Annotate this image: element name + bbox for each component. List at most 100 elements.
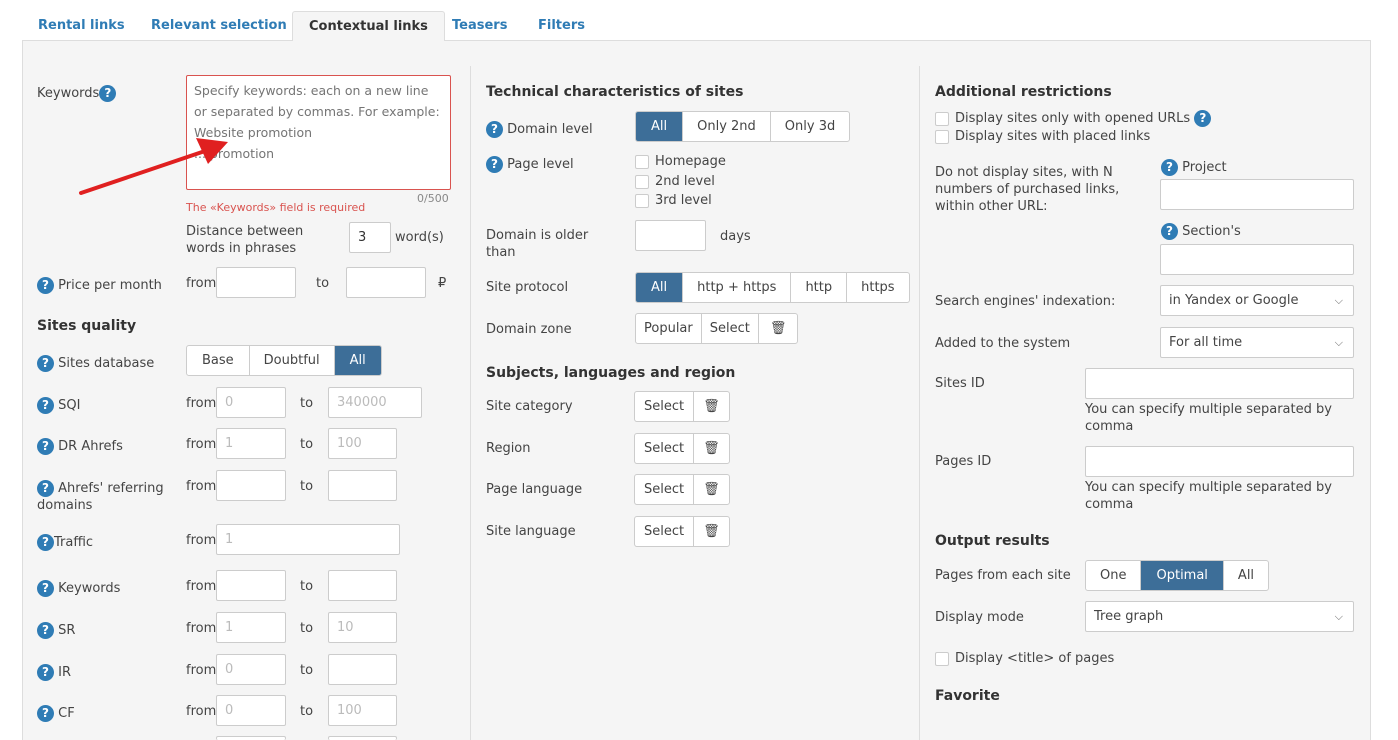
sites-id-label: Sites ID (935, 376, 985, 391)
ahrefs-to-label: to (300, 479, 314, 494)
traffic-from-label: from (186, 533, 217, 548)
help-icon[interactable]: ? (37, 397, 54, 414)
ahrefs-from-input[interactable] (216, 470, 286, 501)
sqi-from-input[interactable]: 0 (216, 387, 286, 418)
traffic-label: ? Traffic (37, 534, 93, 551)
tab-teasers[interactable]: Teasers (436, 11, 523, 42)
help-icon[interactable]: ? (99, 85, 117, 102)
added-label: Added to the system (935, 336, 1071, 351)
page-level-homepage-checkbox[interactable]: Homepage (635, 154, 726, 169)
dr-from-label: from (186, 437, 217, 452)
added-select[interactable]: For all time ⌵ (1160, 327, 1354, 358)
protocol-https-button[interactable]: https (847, 273, 908, 302)
pages-id-label: Pages ID (935, 454, 992, 469)
sr-to-input[interactable]: 10 (328, 612, 397, 643)
site-protocol-toggle: All http + https http https (635, 272, 910, 303)
pages-each-all-button[interactable]: All (1224, 561, 1268, 590)
trash-icon[interactable]: 🗑 (694, 475, 729, 504)
domain-zone-popular-button[interactable]: Popular (636, 314, 702, 343)
ahrefs-to-input[interactable] (328, 470, 397, 501)
protocol-all-button[interactable]: All (636, 273, 684, 302)
dr-to-label: to (300, 437, 314, 452)
protocol-http-https-button[interactable]: http + https (683, 273, 792, 302)
trash-icon[interactable]: 🗑 (694, 434, 729, 463)
cf-to-input[interactable]: 100 (328, 695, 397, 726)
sites-database-base-button[interactable]: Base (187, 346, 250, 375)
pages-each-label: Pages from each site (935, 568, 1071, 583)
sr-label: ? SR (37, 622, 75, 639)
protocol-http-button[interactable]: http (791, 273, 848, 302)
indexation-select[interactable]: in Yandex or Google ⌵ (1160, 285, 1354, 316)
page-level-2nd-checkbox[interactable]: 2nd level (635, 174, 715, 189)
help-icon[interactable]: ? (37, 534, 54, 551)
keywords-counter: 0/500 (417, 192, 449, 205)
site-language-select-button[interactable]: Select (635, 517, 695, 546)
price-to-label: to (316, 276, 330, 291)
page-level-3rd-checkbox[interactable]: 3rd level (635, 193, 712, 208)
sections-input[interactable] (1160, 244, 1354, 275)
display-title-checkbox[interactable]: Display <title> of pages (935, 651, 1114, 666)
chevron-down-icon: ⌵ (1334, 294, 1343, 307)
dr-to-input[interactable]: 100 (328, 428, 397, 459)
sites-id-input[interactable] (1085, 368, 1354, 399)
trash-icon[interactable]: 🗑 (759, 314, 798, 343)
sites-database-doubtful-button[interactable]: Doubtful (250, 346, 335, 375)
site-category-select-button[interactable]: Select (635, 392, 695, 421)
indexation-label: Search engines' indexation: (935, 294, 1116, 309)
pages-each-optimal-button[interactable]: Optimal (1141, 561, 1224, 590)
region-select-button[interactable]: Select (635, 434, 695, 463)
dr-from-input[interactable]: 1 (216, 428, 286, 459)
display-mode-select[interactable]: Tree graph ⌵ (1085, 601, 1354, 632)
help-icon[interactable]: ? (37, 480, 54, 497)
help-icon[interactable]: ? (37, 580, 54, 597)
help-icon[interactable]: ? (37, 664, 54, 681)
keywords-count-from-label: from (186, 579, 217, 594)
price-from-input[interactable] (216, 267, 296, 298)
next-from-input[interactable] (216, 736, 286, 740)
tab-contextual-links[interactable]: Contextual links (292, 11, 445, 42)
help-icon[interactable]: ? (1194, 110, 1212, 127)
domain-older-input[interactable] (635, 220, 706, 251)
help-icon[interactable]: ? (486, 156, 503, 173)
opened-urls-checkbox[interactable]: Display sites only with opened URLs ? (935, 110, 1212, 127)
keywords-count-to-input[interactable] (328, 570, 397, 601)
ir-label: ? IR (37, 664, 71, 681)
help-icon[interactable]: ? (37, 438, 54, 455)
tab-bar: Rental links Relevant selection Contextu… (22, 0, 1371, 42)
domain-zone-select-button[interactable]: Select (702, 314, 759, 343)
traffic-from-input[interactable]: 1 (216, 524, 400, 555)
help-icon[interactable]: ? (37, 705, 54, 722)
pages-each-one-button[interactable]: One (1086, 561, 1142, 590)
tab-filters[interactable]: Filters (522, 11, 601, 42)
ir-to-input[interactable] (328, 654, 397, 685)
price-to-input[interactable] (346, 267, 426, 298)
help-icon[interactable]: ? (37, 355, 54, 372)
sqi-to-input[interactable]: 340000 (328, 387, 422, 418)
tab-relevant-selection[interactable]: Relevant selection (135, 11, 303, 42)
help-icon[interactable]: ? (37, 277, 54, 294)
domain-level-all-button[interactable]: All (636, 112, 684, 141)
placed-links-checkbox[interactable]: Display sites with placed links (935, 129, 1150, 144)
next-to-input[interactable] (328, 736, 397, 740)
sr-from-input[interactable]: 1 (216, 612, 286, 643)
page-language-select-button[interactable]: Select (635, 475, 695, 504)
ir-from-input[interactable]: 0 (216, 654, 286, 685)
help-icon[interactable]: ? (486, 121, 503, 138)
tab-rental-links[interactable]: Rental links (22, 11, 141, 42)
pages-id-input[interactable] (1085, 446, 1354, 477)
help-icon[interactable]: ? (37, 622, 54, 639)
project-input[interactable] (1160, 179, 1354, 210)
trash-icon[interactable]: 🗑 (694, 517, 729, 546)
trash-icon[interactable]: 🗑 (694, 392, 729, 421)
domain-level-3d-button[interactable]: Only 3d (771, 112, 849, 141)
site-category-label: Site category (486, 399, 573, 414)
domain-level-2nd-button[interactable]: Only 2nd (683, 112, 771, 141)
help-icon[interactable]: ? (1161, 223, 1178, 240)
keywords-count-from-input[interactable] (216, 570, 286, 601)
distance-input[interactable]: 3 (349, 222, 391, 253)
ir-to-label: to (300, 663, 314, 678)
site-language-control: Select 🗑 (634, 516, 730, 547)
sites-database-all-button[interactable]: All (334, 346, 381, 375)
help-icon[interactable]: ? (1161, 159, 1178, 176)
cf-from-input[interactable]: 0 (216, 695, 286, 726)
